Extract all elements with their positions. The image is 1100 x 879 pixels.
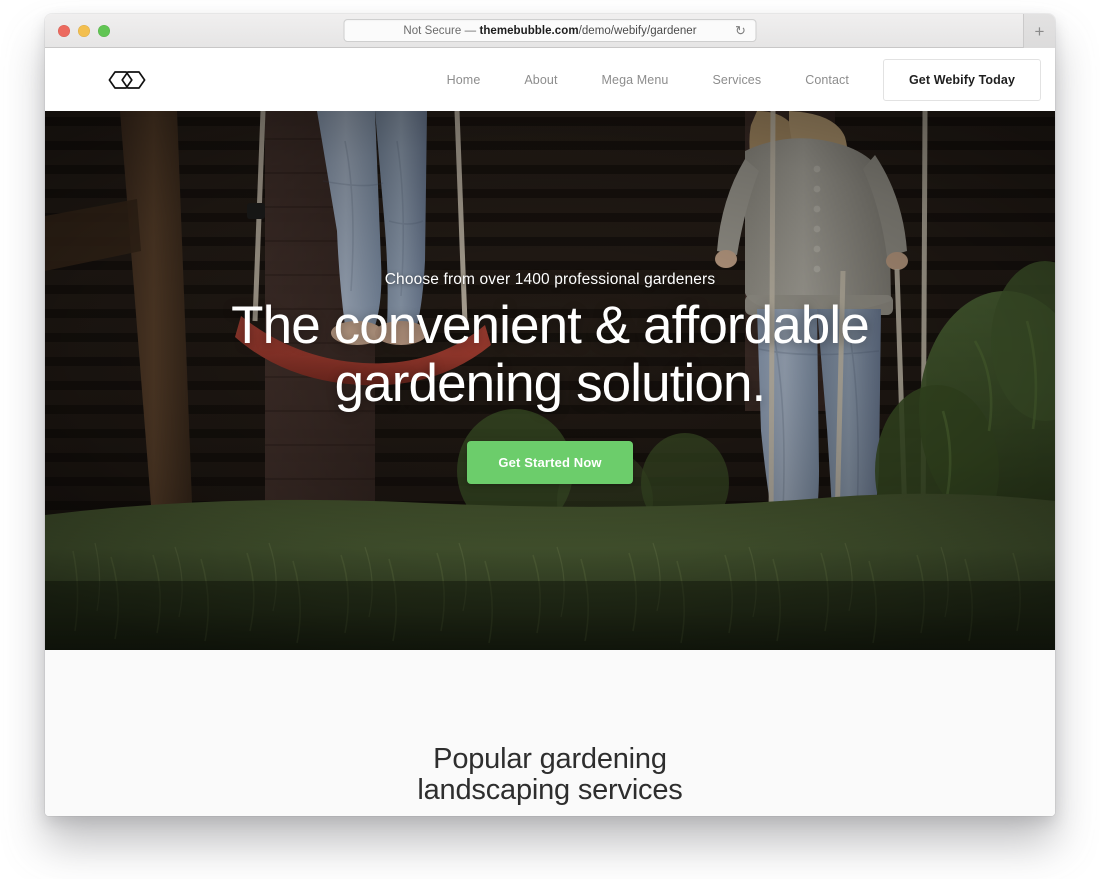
webify-logo[interactable]: [103, 63, 151, 97]
services-heading-line-2: landscaping services: [417, 774, 683, 807]
close-window-button[interactable]: [58, 24, 70, 37]
nav-item-home[interactable]: Home: [425, 67, 503, 93]
url-separator: —: [464, 24, 477, 37]
url-path: /demo/webify/gardener: [578, 24, 697, 37]
nav-item-services[interactable]: Services: [690, 67, 783, 93]
services-heading-line-1: Popular gardening: [433, 743, 667, 775]
security-status-label: Not Secure: [403, 24, 462, 37]
address-bar[interactable]: Not Secure — themebubble.com/demo/webify…: [343, 19, 757, 42]
services-section: Popular gardening landscaping services: [45, 650, 1055, 816]
nav-item-contact[interactable]: Contact: [783, 67, 871, 93]
reload-icon[interactable]: ↻: [734, 24, 748, 38]
hero-title: The convenient & affordable gardening so…: [231, 296, 870, 413]
hero-section: Choose from over 1400 professional garde…: [45, 111, 1055, 650]
window-controls: [45, 24, 110, 37]
hero-title-line-2: gardening solution.: [334, 353, 767, 413]
new-tab-button[interactable]: +: [1023, 14, 1055, 48]
minimize-window-button[interactable]: [78, 24, 90, 37]
get-webify-today-button[interactable]: Get Webify Today: [882, 58, 1041, 101]
address-bar-text: Not Secure — themebubble.com/demo/webify…: [403, 25, 696, 37]
site-header: Home About Mega Menu Services Contact Ge…: [45, 48, 1055, 111]
nav-item-mega-menu[interactable]: Mega Menu: [580, 67, 691, 93]
page-viewport: Home About Mega Menu Services Contact Ge…: [45, 48, 1055, 816]
services-heading: Popular gardening landscaping services: [417, 743, 683, 807]
hero-title-line-1: The convenient & affordable: [231, 296, 870, 355]
maximize-window-button[interactable]: [98, 24, 110, 37]
get-started-now-button[interactable]: Get Started Now: [467, 440, 633, 484]
url-domain: themebubble.com: [479, 24, 579, 37]
browser-window: Not Secure — themebubble.com/demo/webify…: [45, 14, 1055, 816]
hero-subtitle: Choose from over 1400 professional garde…: [384, 271, 716, 288]
hero-content: Choose from over 1400 professional garde…: [45, 111, 1055, 650]
main-navigation: Home About Mega Menu Services Contact Ge…: [425, 58, 1041, 101]
browser-titlebar: Not Secure — themebubble.com/demo/webify…: [45, 14, 1055, 48]
nav-item-about[interactable]: About: [502, 67, 579, 93]
